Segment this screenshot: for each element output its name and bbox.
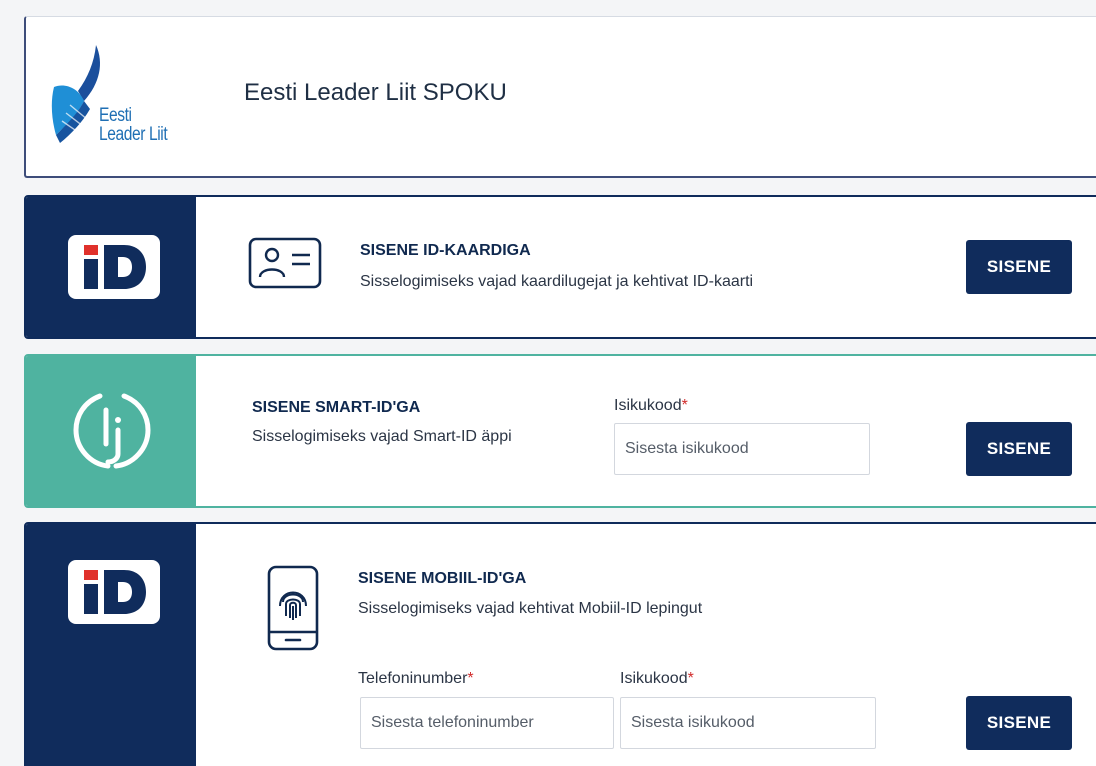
smart-id-personal-code-label: Isikukood*	[614, 397, 688, 415]
smart-id-personal-code-label-text: Isikukood	[614, 397, 682, 414]
id-logo-icon	[68, 235, 160, 299]
mobile-id-phone-label-text: Telefoninumber	[358, 670, 468, 687]
smart-id-title: SISENE SMART-ID'GA	[252, 399, 421, 416]
mobile-id-personal-code-input[interactable]	[620, 697, 876, 749]
id-card-title: SISENE ID-KAARDIGA	[360, 242, 531, 259]
id-card-description: Sisselogimiseks vajad kaardilugejat ja k…	[360, 273, 754, 290]
smart-id-side-panel	[26, 356, 196, 506]
logo-wordmark: Eesti Leader Liit	[99, 105, 168, 145]
mobile-id-personal-code-label-text: Isikukood	[620, 670, 688, 687]
mobile-id-login-card: SISENE MOBIIL-ID'GA Sisselogimiseks vaja…	[24, 522, 1096, 766]
mobile-id-description: Sisselogimiseks vajad kehtivat Mobiil-ID…	[358, 600, 703, 617]
smart-id-personal-code-input[interactable]	[614, 423, 870, 475]
mobile-id-login-button[interactable]: SISENE	[966, 696, 1072, 750]
eesti-leader-liit-logo: Eesti Leader Liit	[48, 43, 198, 153]
header-card: Eesti Leader Liit Eesti Leader Liit SPOK…	[24, 16, 1096, 178]
required-asterisk: *	[687, 670, 694, 687]
id-card-login-card: SISENE ID-KAARDIGA Sisselogimiseks vajad…	[24, 195, 1096, 339]
smart-id-description: Sisselogimiseks vajad Smart-ID äppi	[252, 428, 512, 445]
login-page: Eesti Leader Liit Eesti Leader Liit SPOK…	[0, 0, 1096, 766]
phone-fingerprint-icon	[267, 565, 319, 651]
logo-line-1: Eesti	[99, 105, 132, 126]
id-logo-icon	[68, 560, 160, 624]
page-title: Eesti Leader Liit SPOKU	[244, 79, 507, 106]
mobile-id-title: SISENE MOBIIL-ID'GA	[358, 570, 527, 587]
smart-id-logo-icon	[73, 393, 151, 469]
mobile-id-phone-label: Telefoninumber*	[358, 670, 474, 688]
smart-id-login-card: SISENE SMART-ID'GA Sisselogimiseks vajad…	[24, 354, 1096, 508]
id-card-side-panel	[26, 197, 196, 337]
required-asterisk: *	[467, 670, 474, 687]
mobile-id-side-panel	[26, 524, 196, 766]
logo-line-2: Leader Liit	[99, 124, 168, 145]
required-asterisk: *	[681, 397, 688, 414]
id-card-icon	[248, 237, 322, 289]
id-card-login-button[interactable]: SISENE	[966, 240, 1072, 294]
smart-id-login-button[interactable]: SISENE	[966, 422, 1072, 476]
mobile-id-personal-code-label: Isikukood*	[620, 670, 694, 688]
mobile-id-phone-input[interactable]	[360, 697, 614, 749]
